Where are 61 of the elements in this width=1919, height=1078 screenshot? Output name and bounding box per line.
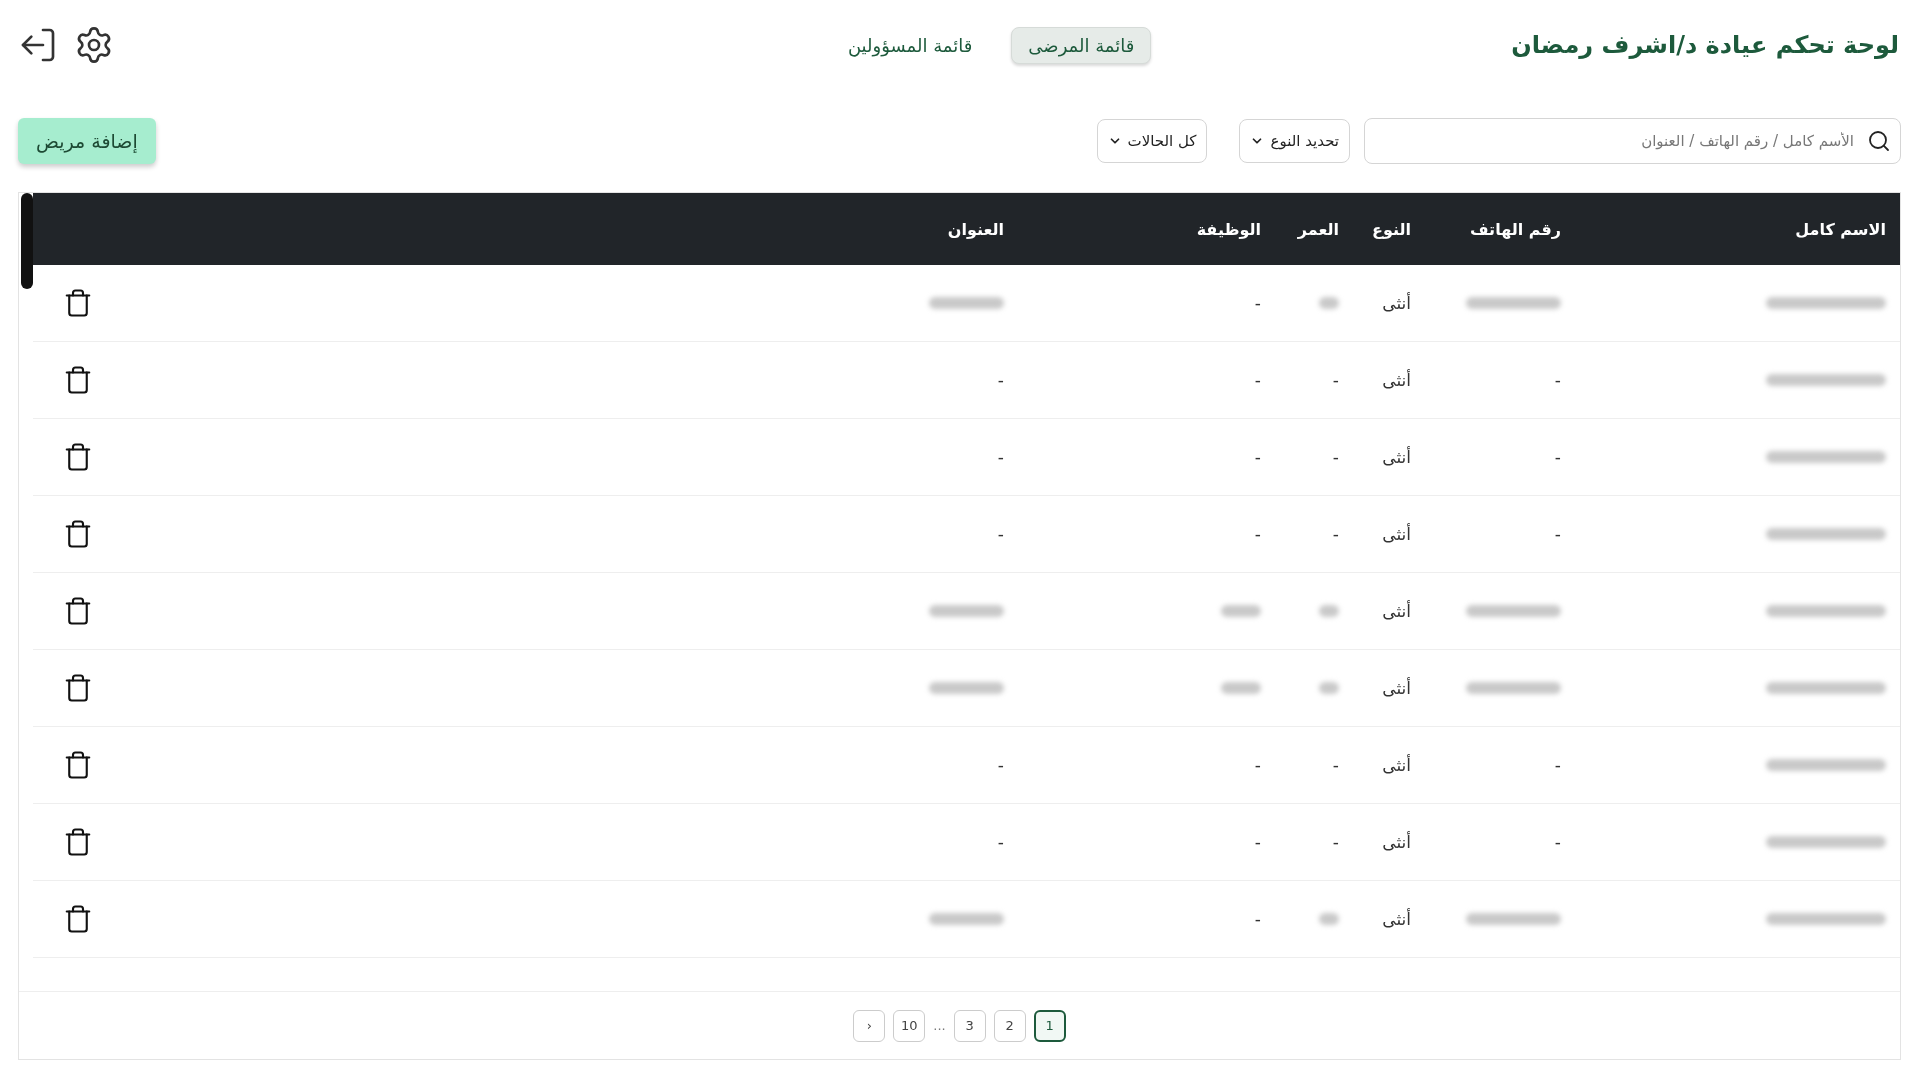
table-cell-text: أنثى bbox=[1381, 755, 1411, 775]
page-button[interactable]: 1 bbox=[1033, 1009, 1066, 1042]
trash-icon[interactable] bbox=[63, 365, 93, 395]
table-cell-text: - bbox=[996, 755, 1004, 775]
add-patient-button[interactable]: إضافة مريض bbox=[18, 118, 156, 164]
table-cell-text: - bbox=[1331, 447, 1339, 467]
table-cell-text: - bbox=[1253, 293, 1261, 313]
scrollbar-thumb[interactable] bbox=[21, 193, 33, 289]
trash-icon[interactable] bbox=[63, 288, 93, 318]
trash-icon[interactable] bbox=[63, 827, 93, 857]
trash-icon[interactable] bbox=[63, 904, 93, 934]
column-header: النوع bbox=[1371, 219, 1411, 239]
table-cell-text: - bbox=[996, 370, 1004, 390]
pagination-ellipsis: ... bbox=[933, 1018, 946, 1033]
trash-icon[interactable] bbox=[63, 673, 93, 703]
table-cell-text: - bbox=[1553, 755, 1561, 775]
table-cell-text: أنثى bbox=[1381, 447, 1411, 467]
page-button[interactable]: 3 bbox=[953, 1009, 986, 1042]
table-cell-text: - bbox=[1253, 447, 1261, 467]
previous-page-button[interactable]: ‹ bbox=[853, 1009, 886, 1042]
table-cell-text: - bbox=[1553, 447, 1561, 467]
table-cell-text: - bbox=[1331, 370, 1339, 390]
table-cell-text: - bbox=[1253, 524, 1261, 544]
table-cell-text: - bbox=[1253, 909, 1261, 929]
search-field[interactable]: الأسم كامل / رقم الهاتف / العنوان bbox=[1364, 118, 1901, 164]
column-header: الاسم كامل bbox=[1794, 219, 1886, 239]
nav-tab[interactable]: قائمة المسؤولين bbox=[830, 26, 990, 64]
trash-icon[interactable] bbox=[63, 596, 93, 626]
table-cell-text: - bbox=[1553, 832, 1561, 852]
column-header: الوظيفة bbox=[1195, 219, 1261, 239]
table-cell-text: أنثى bbox=[1381, 832, 1411, 852]
search-icon bbox=[1867, 129, 1891, 153]
trash-icon[interactable] bbox=[63, 750, 93, 780]
trash-icon[interactable] bbox=[63, 519, 93, 549]
table-cell-text: - bbox=[1253, 370, 1261, 390]
table-cell-text: أنثى bbox=[1381, 601, 1411, 621]
filter-dropdown[interactable]: كل الحالات bbox=[1096, 119, 1208, 163]
table-cell-text: - bbox=[1553, 524, 1561, 544]
filter-dropdown[interactable]: تحديد النوع bbox=[1239, 119, 1350, 163]
table-cell-text: - bbox=[1253, 832, 1261, 852]
table-cell-text: أنثى bbox=[1381, 678, 1411, 698]
table-cell-text: - bbox=[1253, 755, 1261, 775]
dashboard-title: لوحة تحكم عيادة د/اشرف رمضان bbox=[1511, 31, 1899, 59]
page-button[interactable]: 2 bbox=[993, 1009, 1026, 1042]
table-cell-text: - bbox=[996, 524, 1004, 544]
table-cell-text: أنثى bbox=[1381, 524, 1411, 544]
table-cell-text: - bbox=[1331, 524, 1339, 544]
table-cell-text: - bbox=[996, 447, 1004, 467]
trash-icon[interactable] bbox=[63, 442, 93, 472]
table-cell-text: أنثى bbox=[1381, 293, 1411, 313]
table-cell-text: - bbox=[1553, 370, 1561, 390]
table-cell-text: أنثى bbox=[1381, 370, 1411, 390]
table-cell-text: أنثى bbox=[1381, 909, 1411, 929]
page-button[interactable]: 10 bbox=[893, 1009, 926, 1042]
table-cell-text: - bbox=[1331, 755, 1339, 775]
column-header: رقم الهاتف bbox=[1469, 219, 1561, 239]
column-header: العنوان bbox=[946, 219, 1004, 239]
column-header: العمر bbox=[1296, 219, 1339, 239]
table-cell-text: - bbox=[1331, 832, 1339, 852]
table-cell-text: - bbox=[996, 832, 1004, 852]
nav-tab[interactable]: قائمة المرضى bbox=[1011, 26, 1152, 64]
